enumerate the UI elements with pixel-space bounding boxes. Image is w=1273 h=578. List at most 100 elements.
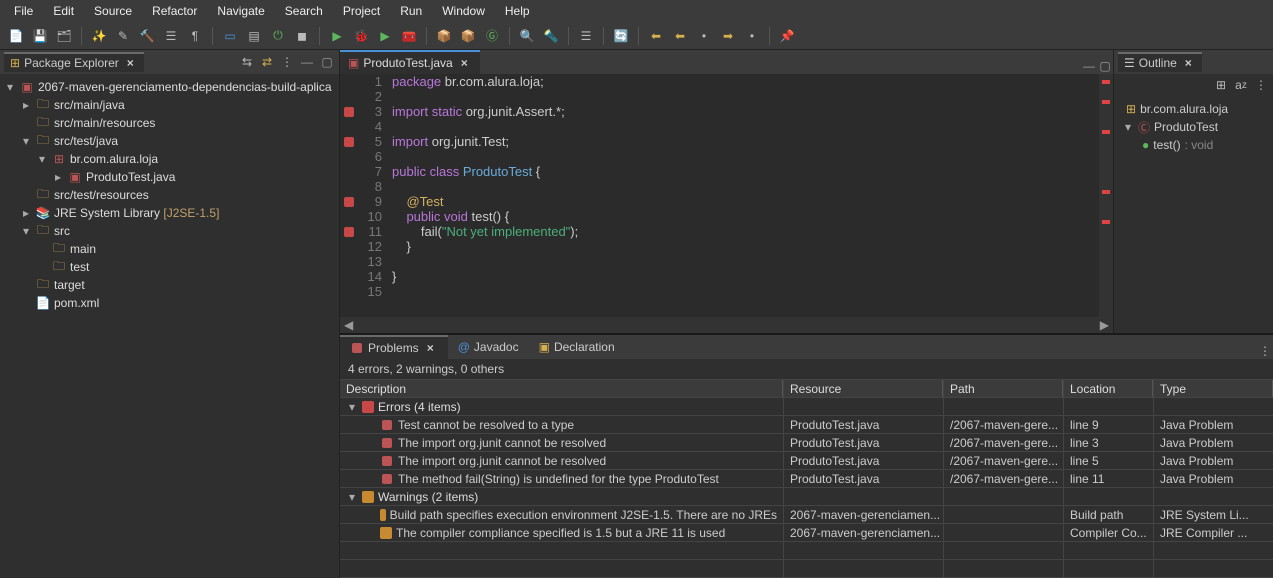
back2-icon[interactable]: ⬅ bbox=[670, 26, 690, 46]
problems-tab[interactable]: Problems× bbox=[340, 335, 448, 359]
menu-run[interactable]: Run bbox=[390, 1, 432, 21]
pin-icon[interactable]: 📌 bbox=[777, 26, 797, 46]
tree-target[interactable]: target bbox=[54, 278, 85, 292]
tree-file[interactable]: ProdutoTest.java bbox=[86, 170, 175, 184]
outline-class[interactable]: ProdutoTest bbox=[1154, 120, 1218, 134]
col-description[interactable]: Description bbox=[340, 380, 783, 397]
open-type-icon[interactable]: 🔍 bbox=[517, 26, 537, 46]
horizontal-scrollbar[interactable]: ◀▶ bbox=[340, 317, 1113, 333]
coverage-icon[interactable]: ▶ bbox=[375, 26, 395, 46]
tree-pkg[interactable]: br.com.alura.loja bbox=[70, 152, 158, 166]
minimize-icon[interactable]: — bbox=[299, 54, 315, 70]
problems-view: Problems× @Javadoc ▣Declaration ⋮ 4 erro… bbox=[340, 333, 1273, 578]
tree-main[interactable]: main bbox=[70, 242, 96, 256]
task-icon[interactable]: ☰ bbox=[576, 26, 596, 46]
run-icon[interactable]: ▶ bbox=[327, 26, 347, 46]
problem-row[interactable]: The import org.junit cannot be resolvedP… bbox=[340, 452, 1273, 470]
outline-method[interactable]: test() bbox=[1153, 138, 1180, 152]
focus-icon[interactable]: ⊞ bbox=[1213, 77, 1229, 93]
problem-row[interactable]: Build path specifies execution environme… bbox=[340, 506, 1273, 524]
back-icon[interactable]: ⬅ bbox=[646, 26, 666, 46]
outline-pkg[interactable]: br.com.alura.loja bbox=[1140, 102, 1228, 116]
close-icon[interactable]: × bbox=[423, 341, 438, 355]
scroll-left-icon[interactable]: ◀ bbox=[344, 318, 353, 332]
tree-src-test-res[interactable]: src/test/resources bbox=[54, 188, 149, 202]
tree-test[interactable]: test bbox=[70, 260, 89, 274]
new-icon[interactable]: 📄 bbox=[6, 26, 26, 46]
search-icon[interactable]: 🔦 bbox=[541, 26, 561, 46]
project-name[interactable]: 2067-maven-gerenciamento-dependencias-bu… bbox=[38, 80, 332, 94]
toggle-icon[interactable]: ☰ bbox=[161, 26, 181, 46]
debug-icon[interactable]: 🐞 bbox=[351, 26, 371, 46]
close-icon[interactable]: × bbox=[123, 56, 138, 70]
col-path[interactable]: Path bbox=[943, 380, 1063, 397]
view-menu-icon[interactable]: ⋮ bbox=[1257, 343, 1273, 359]
problem-row[interactable]: The compiler compliance specified is 1.5… bbox=[340, 524, 1273, 542]
new-type-icon[interactable]: Ⓖ bbox=[482, 26, 502, 46]
new-pkg-icon[interactable]: 📦 bbox=[434, 26, 454, 46]
new-class-icon[interactable]: 📦 bbox=[458, 26, 478, 46]
menu-refactor[interactable]: Refactor bbox=[142, 1, 207, 21]
menu-file[interactable]: File bbox=[4, 1, 43, 21]
menu-project[interactable]: Project bbox=[333, 1, 390, 21]
dash-icon[interactable]: • bbox=[694, 26, 714, 46]
tree-src[interactable]: src bbox=[54, 224, 70, 238]
fwd-icon[interactable]: ➡ bbox=[718, 26, 738, 46]
menu-navigate[interactable]: Navigate bbox=[207, 1, 274, 21]
save-all-icon[interactable]: 🗂 bbox=[54, 26, 74, 46]
stop-icon[interactable]: ◼ bbox=[292, 26, 312, 46]
filter-icon[interactable]: ⋮ bbox=[1253, 77, 1269, 93]
menu-help[interactable]: Help bbox=[495, 1, 540, 21]
problem-row[interactable]: Test cannot be resolved to a typeProduto… bbox=[340, 416, 1273, 434]
scroll-right-icon[interactable]: ▶ bbox=[1100, 318, 1109, 332]
build-icon[interactable]: 🔨 bbox=[137, 26, 157, 46]
errors-group[interactable]: ▾Errors (4 items) bbox=[340, 398, 1273, 416]
wand-icon[interactable]: ✨ bbox=[89, 26, 109, 46]
menu-window[interactable]: Window bbox=[432, 1, 495, 21]
problem-row[interactable]: The method fail(String) is undefined for… bbox=[340, 470, 1273, 488]
pilcrow-icon[interactable]: ¶ bbox=[185, 26, 205, 46]
javadoc-tab[interactable]: @Javadoc bbox=[448, 335, 529, 359]
list-icon[interactable]: ▤ bbox=[244, 26, 264, 46]
close-icon[interactable]: × bbox=[457, 56, 472, 70]
col-location[interactable]: Location bbox=[1063, 380, 1153, 397]
power-icon[interactable]: ⏻ bbox=[268, 26, 288, 46]
menu-source[interactable]: Source bbox=[84, 1, 142, 21]
refresh-icon[interactable]: 🔄 bbox=[611, 26, 631, 46]
close-icon[interactable]: × bbox=[1181, 56, 1196, 70]
minimize-icon[interactable]: — bbox=[1081, 58, 1097, 74]
edit-icon[interactable]: ✎ bbox=[113, 26, 133, 46]
menu-edit[interactable]: Edit bbox=[43, 1, 84, 21]
problem-row bbox=[340, 542, 1273, 560]
code-editor[interactable]: 123456789101112131415 package br.com.alu… bbox=[340, 74, 1113, 317]
declaration-tab[interactable]: ▣Declaration bbox=[529, 335, 625, 359]
overview-ruler[interactable] bbox=[1099, 74, 1113, 317]
maximize-icon[interactable]: ▢ bbox=[1097, 58, 1113, 74]
rect-icon[interactable]: ▭ bbox=[220, 26, 240, 46]
col-type[interactable]: Type bbox=[1153, 380, 1273, 397]
dash2-icon[interactable]: • bbox=[742, 26, 762, 46]
method-icon: ● bbox=[1142, 138, 1149, 152]
tree-src-main-java[interactable]: src/main/java bbox=[54, 98, 125, 112]
tree-jre[interactable]: JRE System Library [J2SE-1.5] bbox=[54, 206, 219, 220]
project-tree[interactable]: ▾▣2067-maven-gerenciamento-dependencias-… bbox=[0, 74, 339, 578]
problem-row[interactable]: The import org.junit cannot be resolvedP… bbox=[340, 434, 1273, 452]
collapse-all-icon[interactable]: ⇆ bbox=[239, 54, 255, 70]
editor-tab[interactable]: ▣ ProdutoTest.java × bbox=[340, 50, 480, 74]
col-resource[interactable]: Resource bbox=[783, 380, 943, 397]
link-editor-icon[interactable]: ⇄ bbox=[259, 54, 275, 70]
maximize-icon[interactable]: ▢ bbox=[319, 54, 335, 70]
outline-tab[interactable]: ☰ Outline × bbox=[1118, 52, 1202, 72]
menu-search[interactable]: Search bbox=[275, 1, 333, 21]
warnings-group[interactable]: ▾Warnings (2 items) bbox=[340, 488, 1273, 506]
tree-src-main-res[interactable]: src/main/resources bbox=[54, 116, 155, 130]
save-icon[interactable]: 💾 bbox=[30, 26, 50, 46]
tree-src-test-java[interactable]: src/test/java bbox=[54, 134, 118, 148]
view-menu-icon[interactable]: ⋮ bbox=[279, 54, 295, 70]
sort-icon[interactable]: az bbox=[1233, 77, 1249, 93]
ext-tools-icon[interactable]: 🧰 bbox=[399, 26, 419, 46]
problems-header[interactable]: Description Resource Path Location Type bbox=[340, 380, 1273, 398]
error-icon bbox=[380, 419, 394, 431]
package-explorer-tab[interactable]: ⊞ Package Explorer × bbox=[4, 52, 144, 72]
tree-pom[interactable]: pom.xml bbox=[54, 296, 99, 310]
